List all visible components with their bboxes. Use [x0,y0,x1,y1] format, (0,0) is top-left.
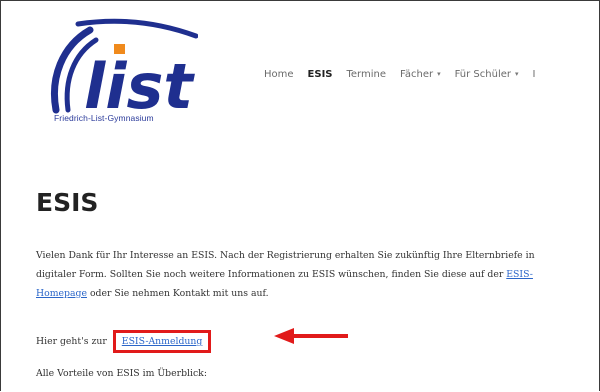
nav-item-label: ESIS [307,68,333,80]
highlight-box: ESIS-Anmeldung [112,330,212,353]
page-title: ESIS [36,188,99,217]
logo-subtitle: Friedrich-List-Gymnasium [54,113,154,123]
left-arrow-icon [274,328,348,344]
registration-prefix: Hier geht's zur [36,336,107,347]
nav-item-label: Termine [346,68,387,80]
nav-item-label: Home [264,68,294,80]
main-navigation: Home ESIS Termine Fächer ▾ Für Schüler ▾… [264,66,539,82]
chevron-down-icon: ▾ [437,70,441,78]
esis-registration-link[interactable]: ESIS-Anmeldung [122,336,203,347]
school-logo[interactable]: list [48,18,198,126]
nav-item-label: Fächer [400,68,434,80]
nav-item-home[interactable]: Home [264,69,294,80]
nav-item-esis[interactable]: ESIS [308,69,333,80]
chevron-down-icon: ▾ [515,70,519,78]
nav-item-label: I [532,68,536,80]
intro-text-part1: Vielen Dank für Ihr Interesse an ESIS. N… [36,250,535,280]
nav-item-truncated[interactable]: I [533,69,539,80]
nav-item-fuer-schueler[interactable]: Für Schüler ▾ [455,69,519,80]
nav-item-faecher[interactable]: Fächer ▾ [400,69,441,80]
intro-text-part2: oder Sie nehmen Kontakt mit uns auf. [86,288,269,299]
registration-line: Hier geht's zur ESIS-Anmeldung [36,330,212,353]
advantages-heading: Alle Vorteile von ESIS im Überblick: [36,368,207,379]
intro-paragraph: Vielen Dank für Ihr Interesse an ESIS. N… [36,246,576,303]
nav-item-termine[interactable]: Termine [347,69,387,80]
nav-item-label: Für Schüler [454,68,511,80]
